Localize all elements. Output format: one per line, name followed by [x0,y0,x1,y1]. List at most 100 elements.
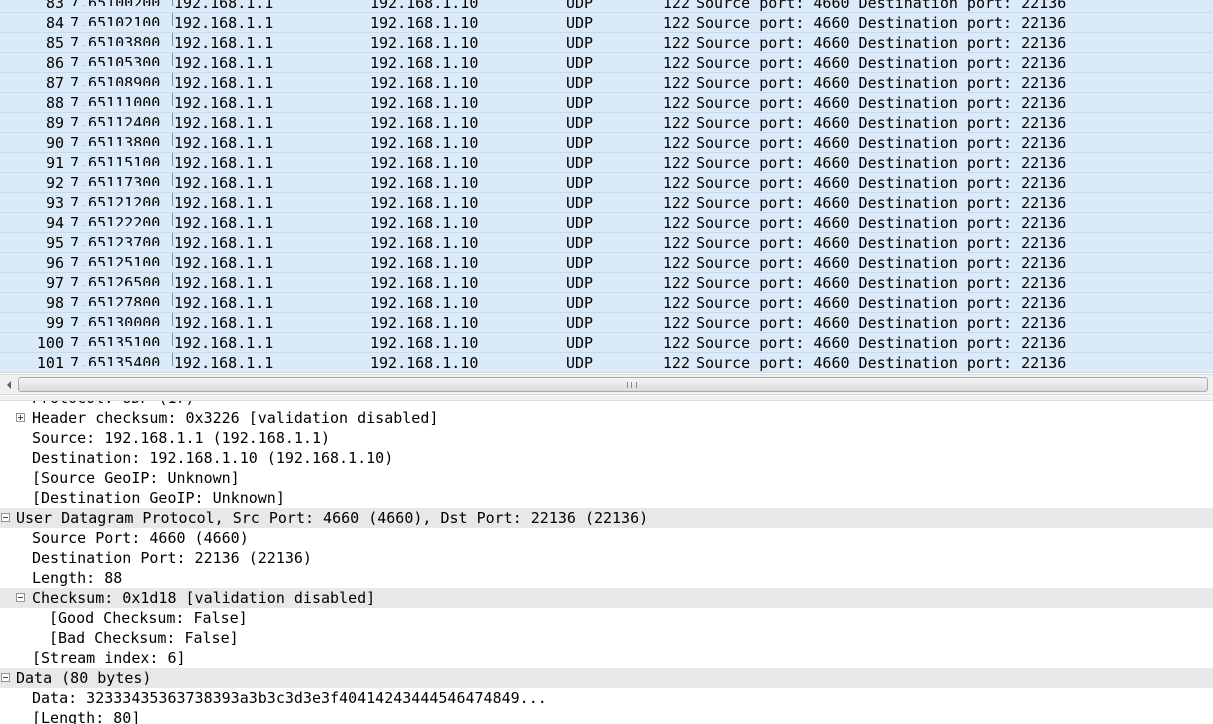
packet-info: Source port: 4660 Destination port: 2213… [696,0,1067,12]
detail-section-row[interactable]: Data (80 bytes) [0,668,1213,688]
detail-section-row[interactable]: User Datagram Protocol, Src Port: 4660 (… [0,508,1213,528]
scrollbar-thumb[interactable] [18,377,1208,392]
packet-time: 7.65117300 [70,173,173,186]
expand-icon[interactable] [16,413,25,422]
packet-row[interactable]: 93 7.65121200 192.168.1.1 192.168.1.10 UDP 12… [0,193,1213,213]
packet-number: 93 [45,194,64,212]
detail-text: Data: 32333435363738393a3b3c3d3e3f404142… [32,689,547,707]
detail-field-row[interactable]: Header checksum: 0x3226 [validation disa… [0,408,1213,428]
packet-destination: 192.168.1.10 [370,214,479,232]
packet-source: 192.168.1.1 [174,114,274,132]
packet-length: 122 [662,194,690,212]
packet-source: 192.168.1.1 [174,294,274,312]
detail-text: [Destination GeoIP: Unknown] [32,489,285,507]
packet-destination: 192.168.1.10 [370,194,479,212]
collapse-icon[interactable] [16,593,25,602]
packet-row[interactable]: 99 7.65130000 192.168.1.1 192.168.1.10 UDP 12… [0,313,1213,333]
packet-row[interactable]: 101 7.65135400 192.168.1.1 192.168.1.10 UDP 1… [0,353,1213,373]
packet-time: 7.65122200 [70,213,173,226]
packet-length: 122 [662,74,690,92]
detail-field-row[interactable]: [Bad Checksum: False] [0,628,1213,648]
packet-length: 122 [662,0,690,12]
detail-field-row[interactable]: Destination Port: 22136 (22136) [0,548,1213,568]
packet-source: 192.168.1.1 [174,0,274,12]
packet-row[interactable]: 94 7.65122200 192.168.1.1 192.168.1.10 UDP 12… [0,213,1213,233]
packet-row[interactable]: 88 7.65111000 192.168.1.1 192.168.1.10 UDP 12… [0,93,1213,113]
packet-source: 192.168.1.1 [174,54,274,72]
packet-row[interactable]: 92 7.65117300 192.168.1.1 192.168.1.10 UDP 12… [0,173,1213,193]
packet-row[interactable]: 98 7.65127800 192.168.1.1 192.168.1.10 UDP 12… [0,293,1213,313]
detail-text: Source: 192.168.1.1 (192.168.1.1) [32,429,331,447]
packet-row[interactable]: 90 7.65113800 192.168.1.1 192.168.1.10 UDP 12… [0,133,1213,153]
detail-field-row[interactable]: [Length: 80] [0,708,1213,724]
packet-info: Source port: 4660 Destination port: 2213… [696,274,1067,292]
packet-length: 122 [662,354,690,372]
packet-destination: 192.168.1.10 [370,254,479,272]
packet-number: 99 [45,314,64,332]
packet-number: 84 [45,14,64,32]
detail-rows: Protocol: UDP (17)Header checksum: 0x322… [0,401,1213,724]
collapse-icon[interactable] [1,673,10,682]
packet-protocol: UDP [566,294,594,312]
packet-row[interactable]: 97 7.65126500 192.168.1.1 192.168.1.10 UDP 12… [0,273,1213,293]
packet-time: 7.65135100 [70,333,173,346]
packet-protocol: UDP [566,194,594,212]
horizontal-scrollbar[interactable] [0,374,1213,395]
packet-row[interactable]: 95 7.65123700 192.168.1.1 192.168.1.10 UDP 12… [0,233,1213,253]
packet-number: 83 [45,0,64,12]
packet-info: Source port: 4660 Destination port: 2213… [696,114,1067,132]
packet-row[interactable]: 86 7.65105300 192.168.1.1 192.168.1.10 UDP 12… [0,53,1213,73]
packet-protocol: UDP [566,154,594,172]
packet-destination: 192.168.1.10 [370,354,479,372]
packet-protocol: UDP [566,314,594,332]
detail-field-row[interactable]: Data: 32333435363738393a3b3c3d3e3f404142… [0,688,1213,708]
packet-time: 7.65105300 [70,53,173,66]
detail-field-row[interactable]: Length: 88 [0,568,1213,588]
collapse-icon[interactable] [1,513,10,522]
packet-destination: 192.168.1.10 [370,114,479,132]
detail-text: [Good Checksum: False] [49,609,248,627]
packet-number: 92 [45,174,64,192]
packet-time: 7.65121200 [70,193,173,206]
packet-details-tree[interactable]: Protocol: UDP (17)Header checksum: 0x322… [0,401,1213,724]
detail-field-row[interactable]: [Stream index: 6] [0,648,1213,668]
packet-info: Source port: 4660 Destination port: 2213… [696,254,1067,272]
packet-row[interactable]: 89 7.65112400 192.168.1.1 192.168.1.10 UDP 12… [0,113,1213,133]
detail-text: Destination: 192.168.1.10 (192.168.1.10) [32,449,394,467]
packet-length: 122 [662,174,690,192]
packet-row[interactable]: 85 7.65103800 192.168.1.1 192.168.1.10 UDP 12… [0,33,1213,53]
packet-protocol: UDP [566,274,594,292]
packet-source: 192.168.1.1 [174,154,274,172]
packet-number: 91 [45,154,64,172]
detail-field-row[interactable]: Checksum: 0x1d18 [validation disabled] [0,588,1213,608]
packet-row[interactable]: 96 7.65125100 192.168.1.1 192.168.1.10 UDP 12… [0,253,1213,273]
packet-info: Source port: 4660 Destination port: 2213… [696,234,1067,252]
packet-info: Source port: 4660 Destination port: 2213… [696,74,1067,92]
packet-time: 7.65127800 [70,293,173,306]
packet-number: 85 [45,34,64,52]
packet-destination: 192.168.1.10 [370,154,479,172]
packet-row[interactable]: 84 7.65102100 192.168.1.1 192.168.1.10 UDP 12… [0,13,1213,33]
packet-length: 122 [662,34,690,52]
detail-field-row[interactable]: Protocol: UDP (17) [0,401,1213,408]
detail-field-row[interactable]: [Good Checksum: False] [0,608,1213,628]
scroll-left-arrow-icon[interactable] [0,375,17,394]
detail-field-row[interactable]: Source: 192.168.1.1 (192.168.1.1) [0,428,1213,448]
detail-field-row[interactable]: [Source GeoIP: Unknown] [0,468,1213,488]
packet-destination: 192.168.1.10 [370,74,479,92]
packet-length: 122 [662,334,690,352]
packet-info: Source port: 4660 Destination port: 2213… [696,334,1067,352]
packet-row[interactable]: 91 7.65115100 192.168.1.1 192.168.1.10 UDP 12… [0,153,1213,173]
packet-row[interactable]: 100 7.65135100 192.168.1.1 192.168.1.10 UDP 1… [0,333,1213,353]
detail-field-row[interactable]: Source Port: 4660 (4660) [0,528,1213,548]
packet-list[interactable]: 837.65100200192.168.1.1192.168.1.10UDP12… [0,0,1213,373]
packet-source: 192.168.1.1 [174,354,274,372]
packet-destination: 192.168.1.10 [370,334,479,352]
packet-row[interactable]: 83 7.65100200192.168.1.1 192.168.1.10 UDP 12… [0,0,1213,13]
packet-length: 122 [662,94,690,112]
packet-info: Source port: 4660 Destination port: 2213… [696,174,1067,192]
detail-field-row[interactable]: Destination: 192.168.1.10 (192.168.1.10) [0,448,1213,468]
packet-rows: 837.65100200192.168.1.1192.168.1.10UDP12… [0,0,1213,373]
detail-field-row[interactable]: [Destination GeoIP: Unknown] [0,488,1213,508]
packet-row[interactable]: 87 7.65108900 192.168.1.1 192.168.1.10 UDP 12… [0,73,1213,93]
